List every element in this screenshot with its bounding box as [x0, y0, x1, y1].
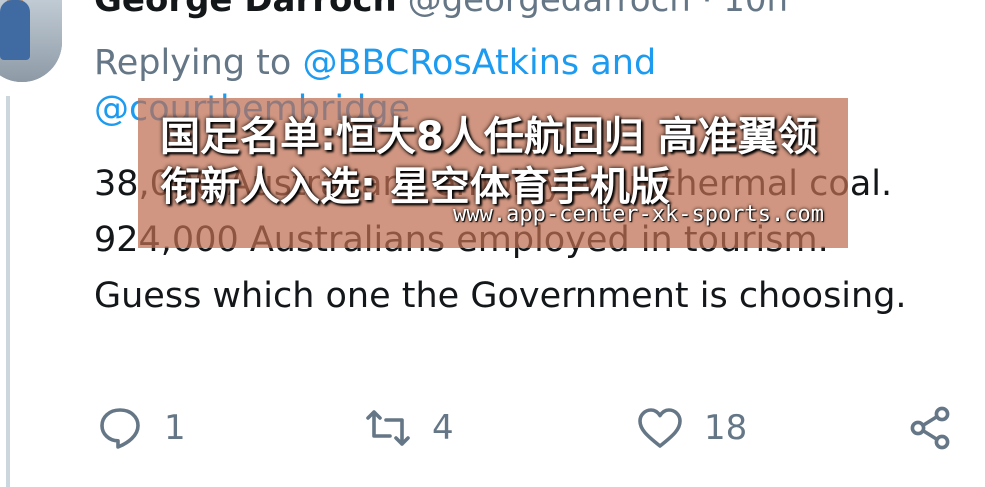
- heart-icon: [638, 408, 682, 448]
- tweet-header: George Darroch @georgedarroch · 10h: [94, 0, 788, 20]
- mention-link[interactable]: @BBCRosAtkins: [302, 43, 579, 83]
- retweet-button[interactable]: 4: [364, 404, 454, 452]
- retweet-icon: [366, 410, 410, 446]
- separator: ·: [701, 0, 713, 20]
- watermark-banner: 国足名单:恒大8人任航回归 高准翼领衔新人入选: 星空体育手机版 www.app…: [138, 98, 848, 248]
- like-count: 18: [704, 408, 748, 448]
- tweet-time[interactable]: 10h: [723, 0, 788, 20]
- share-icon: [910, 406, 950, 450]
- reply-and: and: [590, 43, 657, 83]
- reply-button[interactable]: 1: [96, 404, 186, 452]
- banner-title: 国足名单:恒大8人任航回归 高准翼领衔新人入选: 星空体育手机版: [160, 114, 818, 210]
- reply-prefix: Replying to: [94, 43, 292, 83]
- share-button[interactable]: [906, 404, 954, 452]
- reply-count: 1: [164, 408, 186, 448]
- author-name[interactable]: George Darroch: [94, 0, 397, 20]
- retweet-count: 4: [432, 408, 454, 448]
- action-bar: 1 4 18: [0, 404, 985, 464]
- banner-url: www.app-center-xk-sports.com: [453, 202, 824, 227]
- reply-bubble-icon: [100, 408, 140, 449]
- like-button[interactable]: 18: [636, 404, 747, 452]
- author-handle[interactable]: @georgedarroch: [408, 0, 691, 20]
- avatar[interactable]: [0, 0, 62, 82]
